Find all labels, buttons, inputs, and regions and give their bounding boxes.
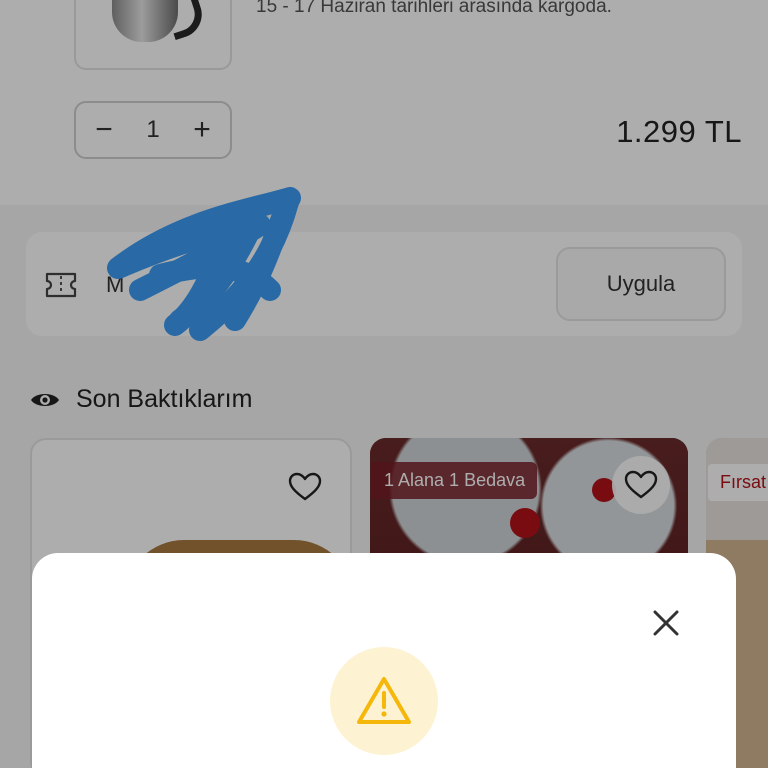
close-icon — [653, 610, 679, 636]
warning-badge — [330, 647, 438, 755]
close-button[interactable] — [648, 605, 684, 641]
warning-modal — [32, 553, 736, 768]
warning-icon — [357, 677, 411, 724]
